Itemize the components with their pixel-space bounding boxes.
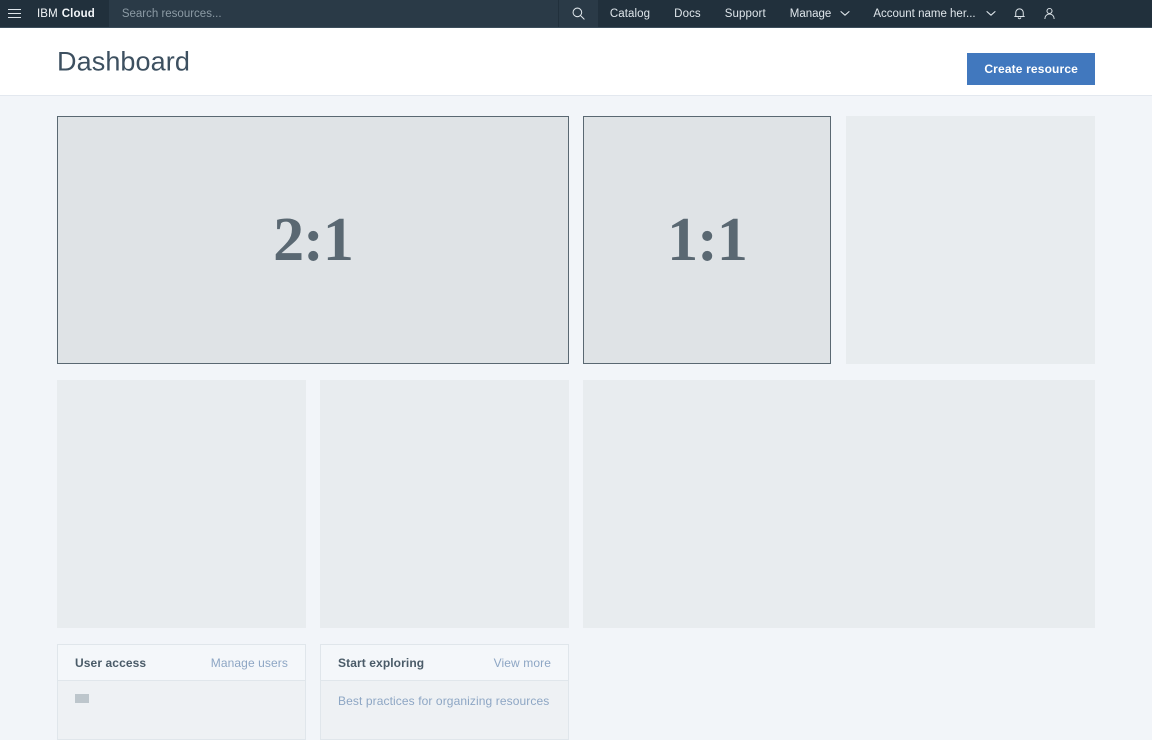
- user-access-tile-body: [58, 681, 305, 740]
- search-icon[interactable]: [558, 0, 598, 27]
- chevron-down-icon: [840, 8, 850, 20]
- hamburger-menu-icon[interactable]: [0, 0, 28, 27]
- skeleton-card-mid-left[interactable]: [57, 380, 306, 628]
- bell-icon[interactable]: [1005, 0, 1035, 27]
- nav-item-manage[interactable]: Manage: [778, 0, 860, 27]
- user-access-tile-title: User access: [75, 656, 146, 670]
- manage-users-link[interactable]: Manage users: [211, 656, 288, 670]
- search-container: [109, 0, 558, 27]
- ratio-card-2-1-label: 2:1: [273, 209, 353, 271]
- ratio-card-1-1[interactable]: 1:1: [583, 116, 831, 364]
- account-name-label: Account name her...: [873, 8, 975, 20]
- chevron-down-icon: [986, 8, 996, 20]
- user-access-tile: User access Manage users: [57, 644, 306, 740]
- hamburger-bar: [8, 9, 21, 10]
- brand-name: Cloud: [62, 8, 95, 20]
- nav-item-catalog[interactable]: Catalog: [598, 0, 662, 27]
- ibm-cloud-logo[interactable]: IBM Cloud: [28, 0, 109, 27]
- brand-prefix: IBM: [37, 8, 58, 20]
- view-more-link[interactable]: View more: [494, 656, 551, 670]
- create-resource-button[interactable]: Create resource: [967, 53, 1095, 85]
- ratio-card-2-1[interactable]: 2:1: [57, 116, 569, 364]
- search-input[interactable]: [109, 0, 558, 27]
- start-exploring-tile: Start exploring View more Best practices…: [320, 644, 569, 740]
- hamburger-bar: [8, 13, 21, 14]
- page-title: Dashboard: [57, 48, 190, 75]
- user-access-placeholder-chip: [75, 694, 89, 703]
- primary-nav: Catalog Docs Support Manage Account name…: [598, 0, 1065, 27]
- hamburger-bar: [8, 17, 21, 18]
- nav-item-support[interactable]: Support: [713, 0, 778, 27]
- nav-item-docs[interactable]: Docs: [662, 0, 713, 27]
- best-practices-link[interactable]: Best practices for organizing resources: [338, 694, 551, 708]
- dashboard-content: 2:1 1:1 User access Manage users Start e…: [0, 96, 1152, 701]
- skeleton-card-mid-right[interactable]: [583, 380, 1095, 628]
- nav-item-manage-label: Manage: [790, 8, 832, 20]
- page-header: Dashboard Create resource: [0, 28, 1152, 96]
- skeleton-card-top-right[interactable]: [846, 116, 1095, 364]
- user-avatar-icon[interactable]: [1035, 0, 1065, 27]
- start-exploring-tile-body: Best practices for organizing resources: [321, 681, 568, 740]
- user-access-tile-header: User access Manage users: [58, 645, 305, 681]
- skeleton-card-mid-center[interactable]: [320, 380, 569, 628]
- masthead: IBM Cloud Catalog Docs Support Manage Ac…: [0, 0, 1152, 28]
- ratio-card-1-1-label: 1:1: [667, 209, 747, 271]
- start-exploring-tile-header: Start exploring View more: [321, 645, 568, 681]
- account-switcher[interactable]: Account name her...: [859, 0, 1004, 27]
- start-exploring-tile-title: Start exploring: [338, 656, 424, 670]
